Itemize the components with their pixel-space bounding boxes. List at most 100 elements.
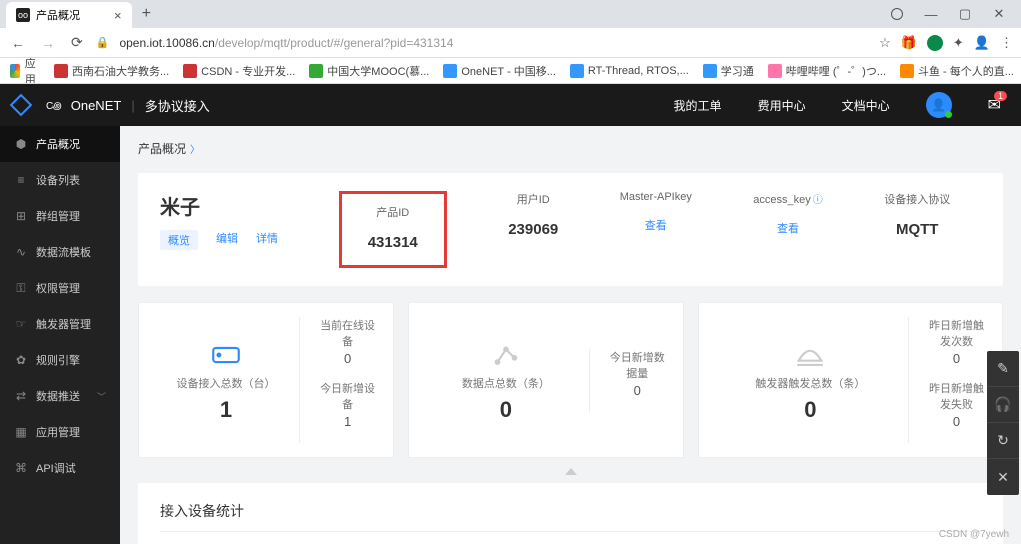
bookmark-item[interactable]: 西南石油大学教务... [54,63,169,79]
browser-tab-strip: oo 产品概况 × + — ▢ ✕ [0,0,1021,28]
main-content: 产品概况〉 米子 概览 编辑 详情 产品ID431314用户ID239069Ma… [120,126,1021,544]
sidebar-item[interactable]: ∿数据流模板 [0,234,120,270]
sidebar-label: 群组管理 [36,208,80,224]
new-tab-button[interactable]: + [142,5,151,23]
browser-tab[interactable]: oo 产品概况 × [6,2,132,28]
sidebar-label: 产品概况 [36,136,80,152]
view-link[interactable]: 查看 [620,217,692,233]
subbrand-text: 多协议接入 [145,96,210,115]
chevron-down-icon: ﹀ [97,390,106,403]
mail-icon[interactable]: ✉1 [988,95,1001,115]
sidebar: ⬢产品概况≡设备列表⊞群组管理∿数据流模板⚿权限管理☞触发器管理✿规则引擎⇄数据… [0,126,120,544]
bookmark-item[interactable]: CSDN - 专业开发... [183,63,295,79]
bookmark-item[interactable]: 中国大学MOOC(慕... [309,63,429,79]
star-icon[interactable]: ☆ [879,35,891,51]
gift-icon[interactable]: 🎁 [901,35,917,51]
nav-tickets[interactable]: 我的工单 [674,97,722,114]
floating-toolbar: ✎ 🎧 ↻ ✕ [987,351,1019,495]
sidebar-icon: ⊞ [14,209,28,223]
info-column: Master-APIkey查看 [620,191,692,268]
sidebar-icon: ▦ [14,425,28,439]
nav-reload-icon[interactable]: ⟳ [68,34,86,51]
sidebar-item[interactable]: ⚿ 权限管理 [0,270,120,306]
help-icon[interactable]: ⓘ [813,195,823,206]
window-minimize-icon[interactable]: — [923,6,939,22]
sidebar-label: 设备列表 [36,172,80,188]
sidebar-label: API调试 [36,460,76,476]
sidebar-item[interactable]: ≡ 设备列表 [0,162,120,198]
support-headset-icon[interactable]: 🎧 [987,387,1019,423]
chevron-right-icon: 〉 [190,145,200,156]
highlighted-product-id: 产品ID431314 [339,191,447,268]
sidebar-icon: ⬢ [14,137,28,151]
tab-edit[interactable]: 编辑 [216,230,238,250]
app-header: C꩜ OneNET | 多协议接入 我的工单 费用中心 文档中心 👤 ✉1 [0,84,1021,126]
url-input[interactable]: open.iot.10086.cn/develop/mqtt/product/#… [119,36,869,50]
sidebar-item[interactable]: ⬢ 产品概况 [0,126,120,162]
window-controls: — ▢ ✕ [889,6,1021,22]
sidebar-label: 权限管理 [36,280,80,296]
sidebar-label: 数据推送 [36,388,80,404]
sidebar-item[interactable]: ✿ 规则引擎 [0,342,120,378]
extensions-puzzle-icon[interactable]: ✦ [953,35,964,51]
bookmark-item[interactable]: 斗鱼 - 每个人的直... [900,63,1014,79]
brand-sigil: C꩜ [46,98,61,113]
window-close-icon[interactable]: ✕ [991,6,1007,22]
product-name: 米子 [160,191,278,220]
sidebar-item[interactable]: ⇄数据推送﹀ [0,378,120,414]
nav-billing[interactable]: 费用中心 [758,97,806,114]
window-record-icon[interactable] [889,6,905,22]
settings-tool-icon[interactable]: ✕ [987,459,1019,495]
view-link[interactable]: 查看 [753,220,822,236]
watermark: CSDN @7yewh [939,529,1009,540]
tab-overview[interactable]: 概览 [160,230,198,250]
sidebar-icon: ✿ [14,353,28,367]
bookmark-item[interactable]: RT-Thread, RTOS,... [570,64,689,78]
bookmark-item[interactable]: 学习通 [703,63,754,79]
collapse-toggle-icon[interactable] [565,468,577,475]
edit-tool-icon[interactable]: ✎ [987,351,1019,387]
profile-icon[interactable]: 👤 [974,35,990,51]
tab-title: 产品概况 [36,7,80,23]
logo-square[interactable] [3,87,39,123]
stat-icon [793,363,827,375]
tab-detail[interactable]: 详情 [256,230,278,250]
info-column: 产品ID431314 [368,204,418,251]
extension-icon[interactable] [927,35,943,51]
info-column: access_keyⓘ查看 [753,191,822,268]
history-icon[interactable]: ↻ [987,423,1019,459]
product-card: 米子 概览 编辑 详情 产品ID431314用户ID239069Master-A… [138,173,1003,286]
sidebar-icon: ≡ [14,173,28,187]
stat-icon [489,363,523,375]
nav-back-icon[interactable]: ← [8,35,28,51]
sidebar-item[interactable]: ▦ 应用管理 [0,414,120,450]
stat-icon [209,363,243,375]
stats-row: 设备接入总数（台）1当前在线设备0今日新增设备1数据点总数（条）0今日新增数据量… [138,302,1003,458]
brand-text: OneNET [71,98,122,113]
user-avatar[interactable]: 👤 [926,92,952,118]
lock-icon: 🔒 [96,36,110,49]
sidebar-label: 触发器管理 [36,316,91,332]
sidebar-label: 规则引擎 [36,352,80,368]
bookmark-item[interactable]: OneNET - 中国移... [443,63,556,79]
sidebar-item[interactable]: ☞触发器管理 [0,306,120,342]
nav-docs[interactable]: 文档中心 [842,97,890,114]
sidebar-label: 数据流模板 [36,244,91,260]
bookmarks-bar: 应用 西南石油大学教务... CSDN - 专业开发... 中国大学MOOC(慕..… [0,58,1021,84]
apps-shortcut[interactable]: 应用 [10,58,40,84]
close-tab-icon[interactable]: × [114,8,122,23]
window-maximize-icon[interactable]: ▢ [957,6,973,22]
chart-title: 接入设备统计 [160,501,981,532]
breadcrumb: 产品概况〉 [138,140,1003,157]
stat-card: 触发器触发总数（条）0昨日新增触发次数0昨日新增触发失败0 [698,302,1003,458]
nav-forward-icon[interactable]: → [38,35,58,51]
chart-card: 接入设备统计 每日新增 累积总量 1 0.8 [138,483,1003,544]
address-bar: ← → ⟳ 🔒 open.iot.10086.cn/develop/mqtt/p… [0,28,1021,58]
sidebar-item[interactable]: ⌘API调试 [0,450,120,486]
menu-dots-icon[interactable]: ⋮ [1000,35,1013,51]
info-column: 设备接入协议MQTT [884,191,950,268]
bookmark-item[interactable]: 哔哩哔哩 (゜-゜)つ... [768,63,886,79]
sidebar-icon: ⚿ [14,281,28,296]
sidebar-item[interactable]: ⊞ 群组管理 [0,198,120,234]
sidebar-label: 应用管理 [36,424,80,440]
